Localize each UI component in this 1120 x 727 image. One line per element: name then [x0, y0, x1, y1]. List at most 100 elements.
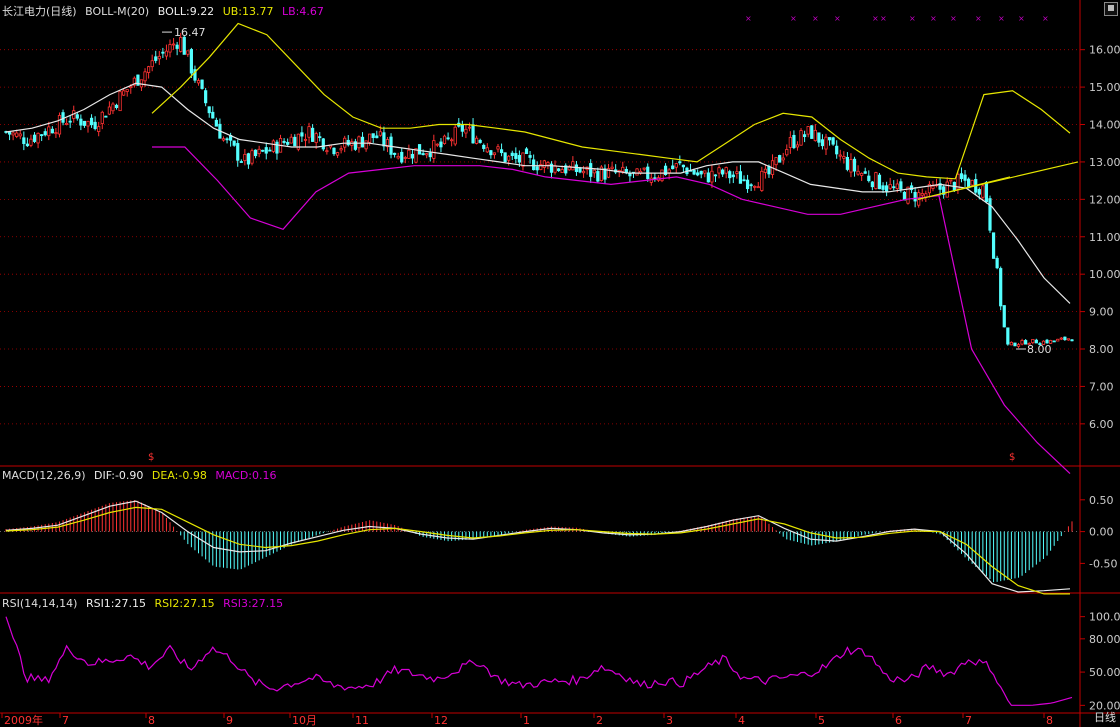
price-panel	[4, 22, 1079, 475]
candle-body	[824, 136, 828, 150]
stock-title: 长江电力(日线)	[2, 5, 77, 18]
macd-dif-value: DIF:-0.90	[94, 469, 144, 482]
candle-body	[332, 147, 336, 155]
candle-body	[421, 153, 425, 156]
candle-body	[867, 175, 871, 182]
candle-body	[1066, 338, 1071, 341]
candle-body	[735, 171, 739, 174]
x-tick-label: 10月	[292, 714, 317, 727]
candle-body	[817, 132, 821, 143]
candle-body	[182, 36, 186, 55]
candle-body	[464, 128, 468, 134]
candle-body	[870, 181, 874, 188]
candle-body	[143, 71, 147, 82]
candle-body	[7, 131, 12, 135]
candle-body	[767, 165, 771, 175]
price-tick-label: 13.00	[1089, 156, 1120, 169]
chart-canvas[interactable]: 6.007.008.009.0010.0011.0012.0013.0014.0…	[0, 0, 1120, 727]
candle-body	[681, 164, 685, 168]
candle-body	[963, 174, 967, 181]
candle-body	[50, 128, 54, 134]
candle-body	[428, 152, 432, 158]
candle-body	[396, 155, 400, 159]
candle-body	[442, 135, 447, 144]
candle-body	[275, 141, 279, 154]
candle-body	[214, 119, 218, 127]
candle-body	[895, 183, 899, 189]
ex-right-marker: $	[148, 452, 154, 463]
candle-body	[403, 157, 407, 159]
rsi3-value: RSI3:27.15	[223, 597, 284, 610]
panel-select-button[interactable]	[1104, 2, 1118, 16]
candle-body	[728, 171, 732, 179]
candle-body	[407, 149, 411, 159]
candle-body	[981, 185, 985, 198]
candle-body	[738, 171, 743, 184]
period-mode-label[interactable]: 日线	[1094, 709, 1116, 725]
candle-body	[1052, 340, 1056, 343]
candle-body	[93, 121, 97, 130]
candle-body	[838, 154, 842, 157]
candle-body	[300, 132, 304, 137]
candle-body	[528, 155, 532, 158]
candle-body	[467, 126, 472, 129]
candle-body	[368, 133, 372, 143]
candle-body	[532, 159, 536, 171]
price-tick-label: 8.00	[1089, 343, 1114, 356]
candle-body	[635, 168, 639, 176]
boll-name: BOLL-M(20)	[85, 5, 150, 18]
price-panel-header: 长江电力(日线) BOLL-M(20) BOLL:9.22 UB:13.77 L…	[2, 3, 329, 19]
price-tick-label: 16.00	[1089, 44, 1120, 57]
candle-body	[749, 184, 753, 187]
candle-body	[1013, 342, 1017, 347]
candle-body	[521, 152, 525, 167]
candle-body	[460, 124, 464, 132]
boll-ub-line	[151, 22, 1071, 180]
candle-body	[792, 134, 796, 149]
candle-body	[325, 150, 329, 153]
candle-body	[410, 153, 415, 159]
candle-body	[346, 139, 350, 146]
signal-marker: ×	[909, 14, 916, 23]
candle-body	[977, 189, 981, 195]
candle-body	[11, 132, 15, 136]
candle-body	[877, 174, 882, 190]
candle-body	[596, 171, 600, 182]
candle-body	[171, 43, 176, 46]
signal-marker: ×	[745, 14, 752, 23]
candle-body	[204, 90, 208, 104]
candle-body	[984, 181, 989, 203]
candle-body	[852, 158, 857, 172]
candle-body	[991, 232, 996, 259]
candle-body	[888, 183, 892, 189]
candle-body	[271, 140, 275, 152]
candle-body	[303, 138, 308, 141]
candle-body	[54, 132, 58, 135]
candle-body	[827, 137, 832, 141]
candle-body	[514, 153, 518, 159]
candle-body	[913, 191, 917, 202]
candle-body	[845, 156, 849, 170]
candle-body	[560, 169, 564, 173]
boll-ub-value: UB:13.77	[222, 5, 274, 18]
macd-name: MACD(12,26,9)	[2, 469, 86, 482]
candle-body	[763, 168, 767, 173]
candle-body	[507, 155, 511, 161]
candle-body	[253, 149, 258, 157]
price-tick-label: 10.00	[1089, 268, 1120, 281]
candle-body	[150, 60, 154, 68]
x-tick-label: 4	[738, 714, 745, 727]
candle-body	[589, 163, 593, 177]
candle-body	[364, 140, 368, 150]
candle-body	[311, 127, 315, 142]
candle-body	[371, 133, 375, 138]
candle-body	[945, 181, 949, 198]
candle-body	[157, 55, 161, 60]
candle-body	[168, 44, 172, 53]
candle-body	[36, 132, 40, 144]
candle-body	[86, 120, 90, 127]
candle-body	[557, 168, 561, 172]
candle-body	[189, 49, 193, 74]
price-tick-label: 14.00	[1089, 119, 1120, 132]
candle-body	[931, 185, 935, 189]
